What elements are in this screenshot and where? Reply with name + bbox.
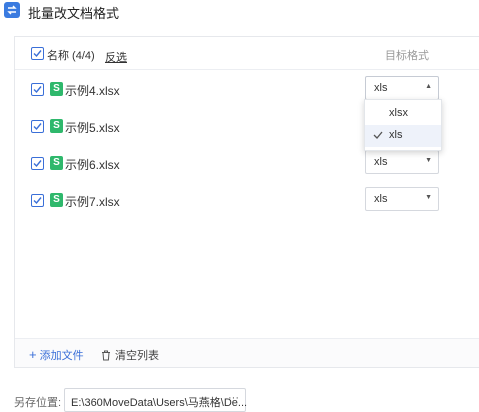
- format-option-xlsx[interactable]: xlsx: [365, 103, 441, 125]
- add-file-button[interactable]: + 添加文件: [29, 347, 84, 363]
- file-list-panel: 名称 (4/4) 反选 目标格式 S 示例4.xlsx xls ▲ S 示例5.…: [14, 36, 479, 368]
- format-dropdown-menu: xlsx xls: [364, 99, 442, 151]
- file-name: 示例7.xlsx: [65, 195, 120, 209]
- chevron-down-icon: ▼: [425, 194, 432, 201]
- plus-icon: +: [29, 347, 37, 362]
- browse-more-button[interactable]: ···: [228, 392, 239, 404]
- file-name: 示例5.xlsx: [65, 121, 120, 135]
- swap-icon: [4, 2, 20, 18]
- invert-selection-link[interactable]: 反选: [105, 49, 127, 65]
- format-option-label: xls: [389, 129, 403, 141]
- list-header: 名称 (4/4) 反选 目标格式: [15, 37, 479, 70]
- window-title: 批量改文档格式: [28, 6, 120, 21]
- format-option-label: xlsx: [389, 107, 408, 119]
- file-checkbox[interactable]: [31, 194, 44, 207]
- checkmark-icon: [373, 131, 383, 139]
- spreadsheet-icon: S: [50, 193, 63, 207]
- save-location-path: E:\360MoveData\Users\马燕格\De...: [71, 397, 248, 409]
- format-select-value: xls: [374, 193, 388, 205]
- format-option-xls[interactable]: xls: [365, 125, 441, 147]
- file-checkbox[interactable]: [31, 83, 44, 96]
- format-select[interactable]: xls ▼: [365, 187, 439, 211]
- title-bar: 批量改文档格式: [0, 0, 479, 24]
- trash-icon: [102, 350, 110, 361]
- select-all-checkbox[interactable]: [31, 47, 44, 60]
- name-column-header: 名称 (4/4): [47, 50, 95, 62]
- format-select-value: xls: [374, 156, 388, 168]
- save-location-field[interactable]: E:\360MoveData\Users\马燕格\De... ···: [64, 388, 248, 412]
- clear-list-label: 清空列表: [115, 350, 159, 362]
- list-footer: + 添加文件 清空列表: [15, 338, 479, 367]
- file-name: 示例4.xlsx: [65, 84, 120, 98]
- format-select[interactable]: xls ▲: [365, 76, 439, 100]
- chevron-up-icon: ▲: [425, 83, 432, 90]
- spreadsheet-icon: S: [50, 119, 63, 133]
- file-name: 示例6.xlsx: [65, 158, 120, 172]
- save-location-label: 另存位置:: [14, 397, 62, 409]
- file-row: S 示例6.xlsx xls ▼: [15, 150, 479, 176]
- spreadsheet-icon: S: [50, 156, 63, 170]
- target-format-header: 目标格式: [385, 50, 429, 62]
- add-file-label: 添加文件: [39, 350, 84, 362]
- file-checkbox[interactable]: [31, 157, 44, 170]
- spreadsheet-icon: S: [50, 82, 63, 96]
- file-checkbox[interactable]: [31, 120, 44, 133]
- file-row: S 示例7.xlsx xls ▼: [15, 187, 479, 213]
- clear-list-button[interactable]: 清空列表: [101, 347, 159, 363]
- format-select[interactable]: xls ▼: [365, 150, 439, 174]
- format-select-value: xls: [374, 82, 388, 94]
- chevron-down-icon: ▼: [425, 157, 432, 164]
